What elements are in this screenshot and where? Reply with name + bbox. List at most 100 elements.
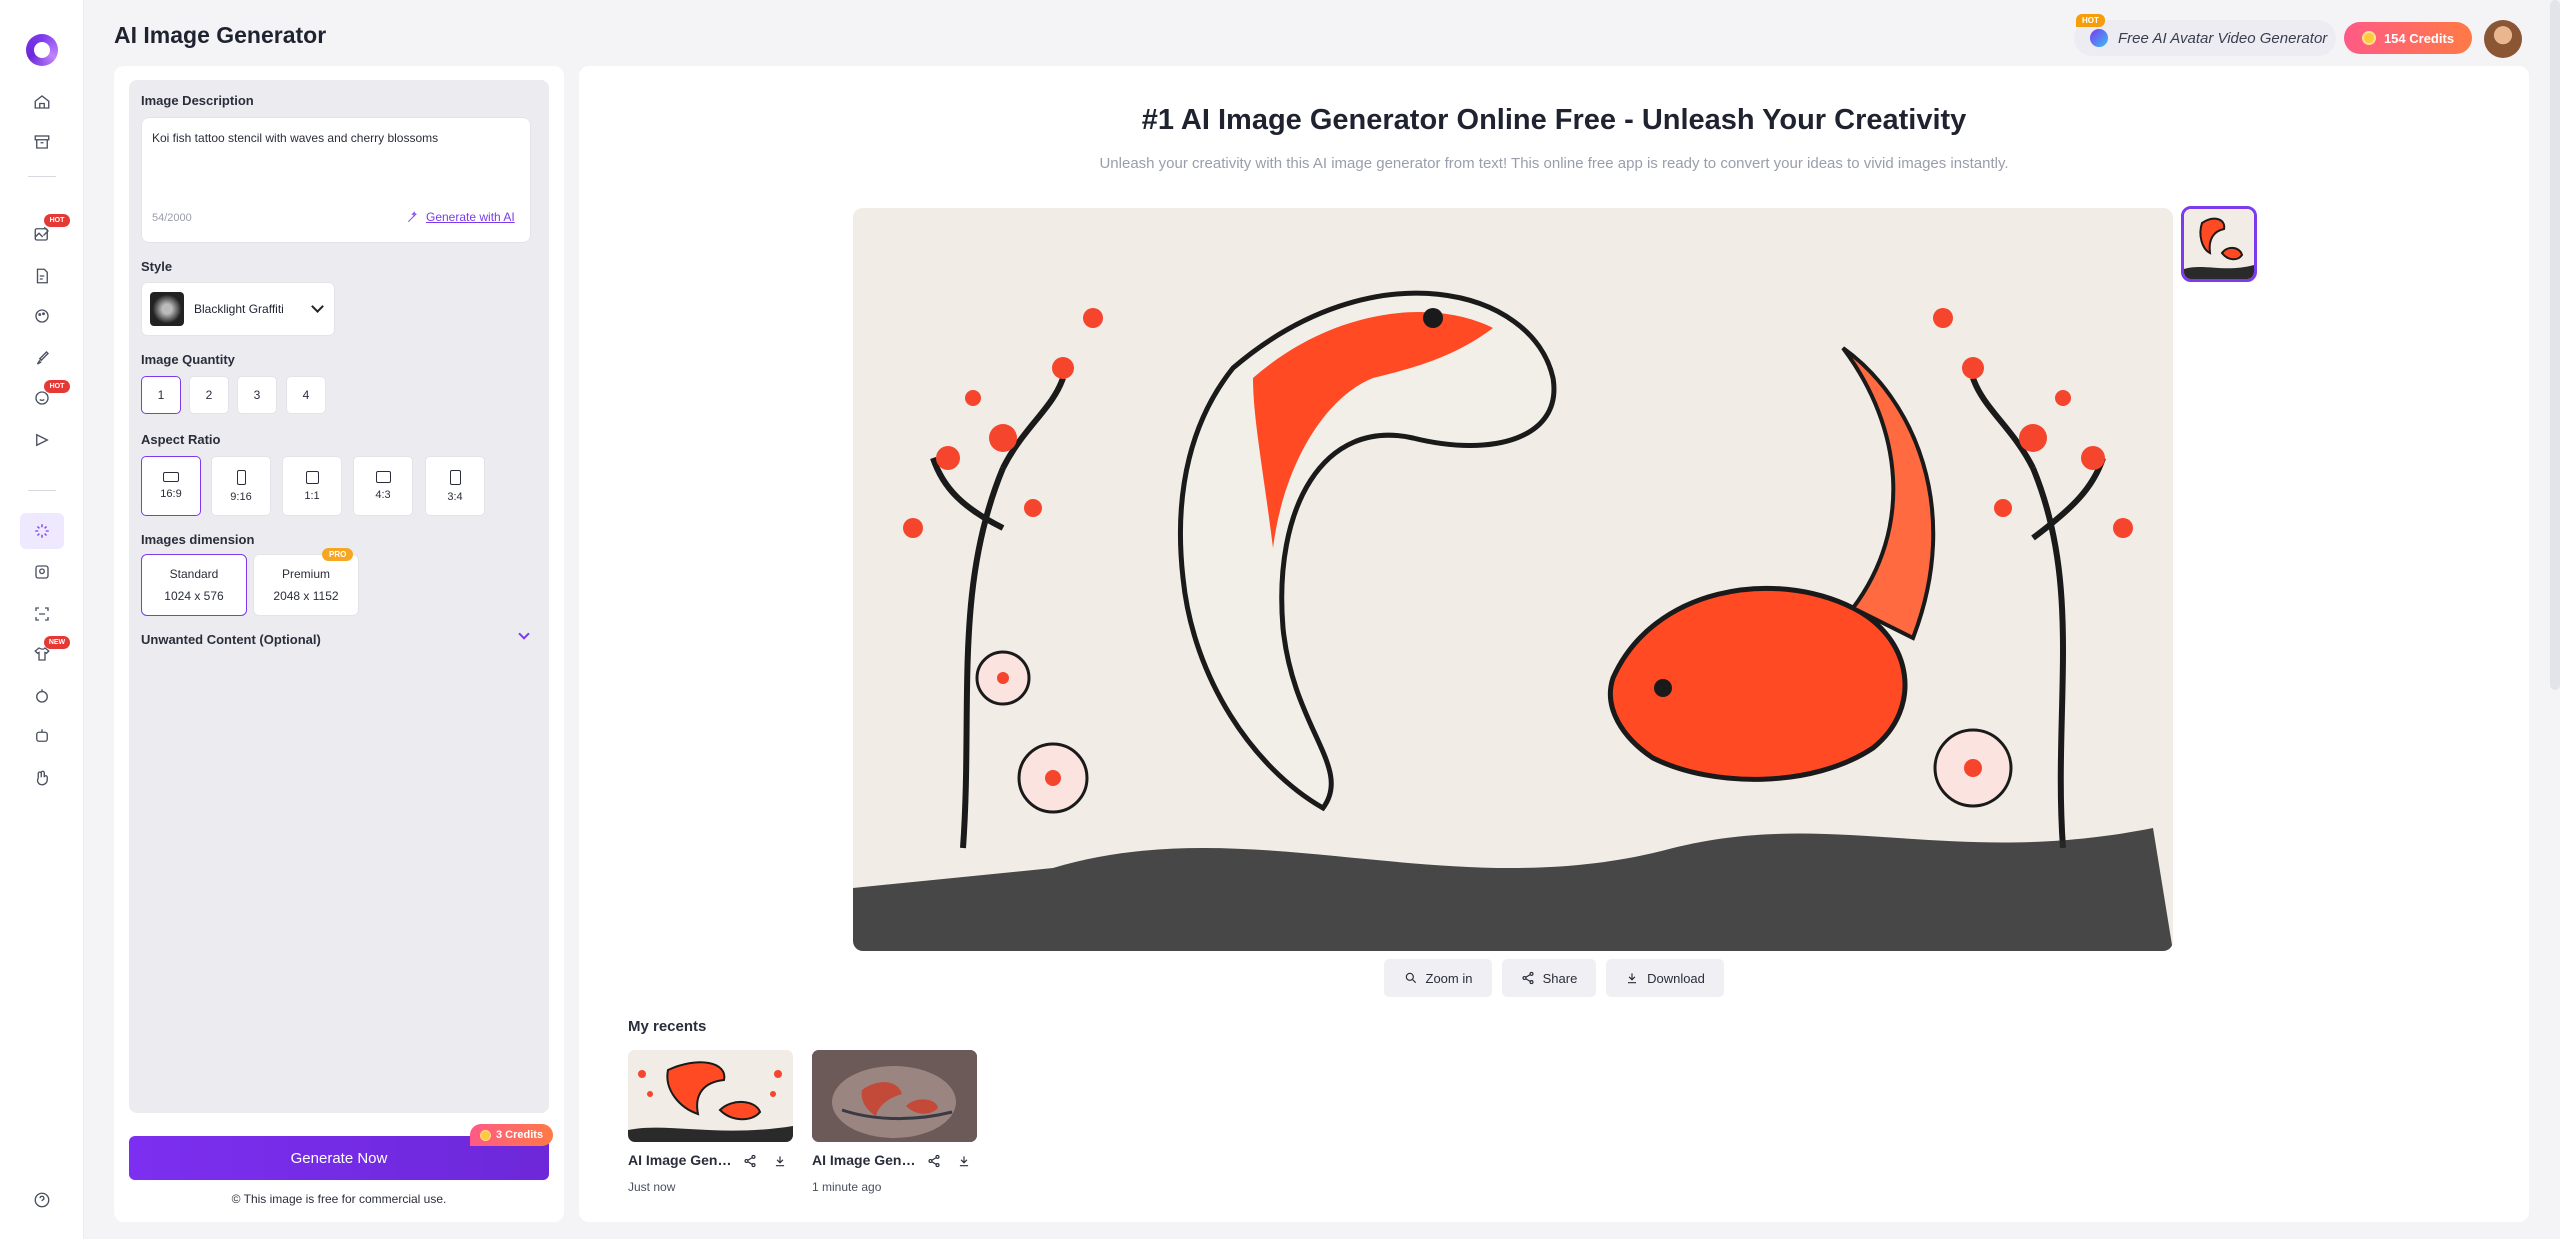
hand-icon[interactable] xyxy=(28,764,56,792)
credit-cost-badge: 3 Credits xyxy=(470,1124,554,1146)
scan-icon[interactable] xyxy=(28,600,56,628)
download-icon[interactable] xyxy=(773,1154,789,1170)
dimension-size: 1024 x 576 xyxy=(164,589,224,603)
recent-item-title: AI Image Generator xyxy=(812,1152,920,1168)
landscape-icon xyxy=(163,472,179,482)
recent-item-title: AI Image Generator xyxy=(628,1152,736,1168)
commercial-use-note: © This image is free for commercial use. xyxy=(129,1192,549,1206)
chevron-down-icon xyxy=(311,300,324,313)
commercial-use-text: This image is free for commercial use. xyxy=(243,1192,447,1206)
dimension-name: Standard xyxy=(169,567,219,581)
promo-button[interactable]: Free AI Avatar Video Generator xyxy=(2074,20,2336,56)
share-button[interactable]: Share xyxy=(1502,959,1596,997)
description-value: Koi fish tattoo stencil with waves and c… xyxy=(152,131,439,145)
quantity-label: Image Quantity xyxy=(141,352,235,367)
style-label: Style xyxy=(141,259,173,274)
generate-with-ai-label: Generate with AI xyxy=(426,210,515,224)
quantity-option[interactable]: 3 xyxy=(237,376,277,414)
aspect-ratio-label: Aspect Ratio xyxy=(141,432,221,447)
new-badge: NEW xyxy=(44,636,70,649)
share-icon xyxy=(1522,971,1534,985)
hot-badge: HOT xyxy=(44,214,70,227)
aspect-label: 4:3 xyxy=(375,489,391,501)
aspect-label: 3:4 xyxy=(447,490,463,503)
archive-icon[interactable] xyxy=(28,128,56,156)
magic-wand-icon xyxy=(408,211,417,222)
sidebar-divider xyxy=(28,490,56,491)
recent-item-thumbnail[interactable] xyxy=(628,1050,793,1142)
hot-badge: HOT xyxy=(2076,14,2105,27)
share-icon[interactable] xyxy=(927,1154,943,1170)
download-label: Download xyxy=(1647,970,1705,986)
left-sidebar: HOT HOT NEW xyxy=(0,0,84,1239)
coin-icon xyxy=(2361,31,2376,45)
video-icon[interactable] xyxy=(28,426,56,454)
quantity-option[interactable]: 4 xyxy=(286,376,326,414)
recents-title: My recents xyxy=(628,1018,707,1035)
image-thumbnail-selected[interactable] xyxy=(2181,206,2257,282)
robot-icon[interactable] xyxy=(28,722,56,750)
hot-badge: HOT xyxy=(44,380,70,393)
share-icon[interactable] xyxy=(743,1154,759,1170)
hero-subtitle: Unleash your creativity with this AI ima… xyxy=(1099,155,2009,172)
page-title: AI Image Generator xyxy=(114,22,327,48)
generate-with-ai-link[interactable]: Generate with AI xyxy=(406,210,515,224)
page-scrollbar[interactable] xyxy=(2550,0,2560,690)
recent-item-thumbnail[interactable] xyxy=(812,1050,977,1142)
aspect-option-9-16[interactable]: 9:16 xyxy=(211,456,271,516)
recent-item-time: 1 minute ago xyxy=(812,1180,882,1194)
description-label: Image Description xyxy=(141,93,254,108)
dimension-size: 2048 x 1152 xyxy=(273,589,339,603)
credits-label: 154 Credits xyxy=(2383,30,2455,46)
aspect-option-1-1[interactable]: 1:1 xyxy=(282,456,342,516)
recent-item-time: Just now xyxy=(628,1180,676,1194)
aspect-option-3-4[interactable]: 3:4 xyxy=(425,456,485,516)
pro-badge: PRO xyxy=(322,548,354,561)
ai-image-generator-icon[interactable] xyxy=(20,513,64,549)
brush-icon[interactable] xyxy=(28,344,56,372)
download-icon[interactable] xyxy=(957,1154,973,1170)
portrait-icon xyxy=(449,469,461,485)
dimension-label: Images dimension xyxy=(141,532,255,547)
hero-title: #1 AI Image Generator Online Free - Unle… xyxy=(1141,104,1967,136)
download-icon xyxy=(1627,973,1637,984)
home-icon[interactable] xyxy=(28,88,56,116)
sparkle-icon[interactable] xyxy=(28,682,56,710)
landscape-icon xyxy=(375,471,391,483)
style-thumbnail xyxy=(150,292,184,326)
aspect-label: 1:1 xyxy=(304,489,320,502)
zoom-in-label: Zoom in xyxy=(1425,970,1473,986)
portrait-icon xyxy=(236,469,246,485)
palette-icon[interactable] xyxy=(28,302,56,330)
generated-image[interactable] xyxy=(853,208,2173,951)
app-logo-icon[interactable] xyxy=(26,34,58,66)
unwanted-content-toggle[interactable]: Unwanted Content (Optional) xyxy=(141,632,321,647)
document-edit-icon[interactable] xyxy=(28,262,56,290)
credit-cost-label: 3 Credits xyxy=(496,1129,544,1141)
aspect-label: 16:9 xyxy=(160,488,182,500)
search-icon xyxy=(1405,972,1416,984)
avatar-video-icon xyxy=(2090,29,2108,47)
credits-button[interactable]: 154 Credits xyxy=(2344,22,2472,54)
aspect-option-16-9[interactable]: 16:9 xyxy=(141,456,201,516)
photo-icon[interactable] xyxy=(28,558,56,586)
help-icon[interactable] xyxy=(28,1186,56,1214)
sidebar-divider xyxy=(28,176,56,177)
quantity-option[interactable]: 1 xyxy=(141,376,181,414)
dimension-option-premium[interactable]: Premium 2048 x 1152 xyxy=(253,554,359,616)
style-select[interactable]: Blacklight Graffiti xyxy=(141,282,335,336)
square-icon xyxy=(305,470,319,484)
quantity-option[interactable]: 2 xyxy=(189,376,229,414)
user-avatar[interactable] xyxy=(2484,20,2522,58)
share-label: Share xyxy=(1542,970,1578,986)
zoom-in-button[interactable]: Zoom in xyxy=(1384,959,1492,997)
coin-icon xyxy=(480,1129,491,1141)
aspect-label: 9:16 xyxy=(230,490,252,503)
copyright-icon: © xyxy=(231,1192,241,1206)
dimension-name: Premium xyxy=(281,567,330,581)
aspect-option-4-3[interactable]: 4:3 xyxy=(353,456,413,516)
char-count: 54/2000 xyxy=(152,212,192,224)
promo-label: Free AI Avatar Video Generator xyxy=(2118,29,2328,47)
dimension-option-standard[interactable]: Standard 1024 x 576 xyxy=(141,554,247,616)
download-button[interactable]: Download xyxy=(1606,959,1724,997)
